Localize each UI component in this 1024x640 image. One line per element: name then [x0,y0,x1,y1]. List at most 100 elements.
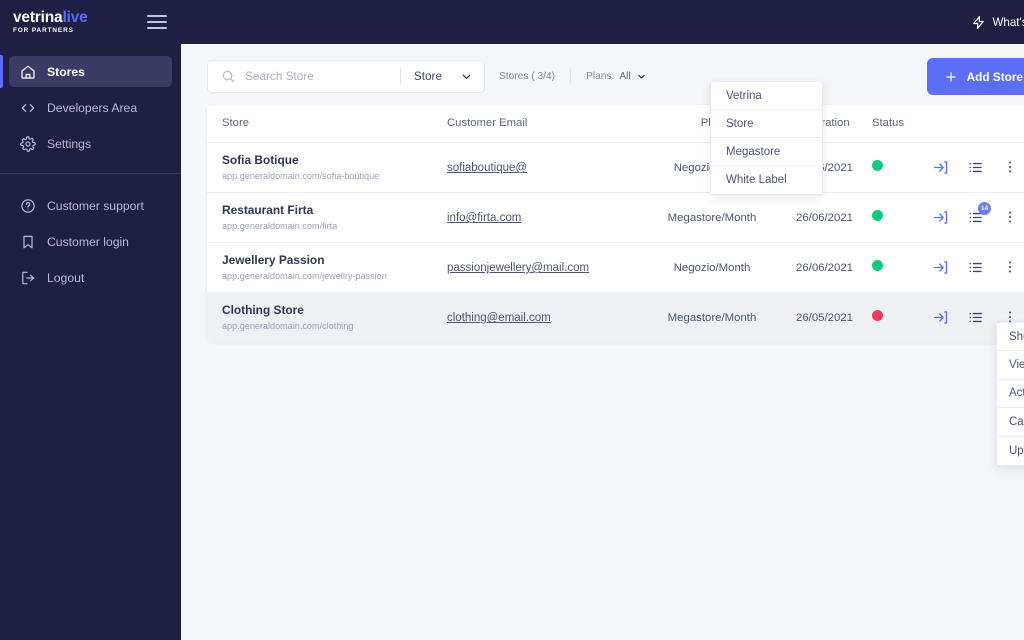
plans-filter[interactable]: Plans: All [586,71,647,82]
row-actions-menu: Shop LoginView OrdersActivate nowCancel … [996,322,1024,466]
table-row[interactable]: Sofia Botique app.generaldomain.com/sofia… [207,142,1024,192]
cell-plan: Megastore/Month [647,192,777,242]
customer-email-link[interactable]: clothing@email.com [447,312,551,324]
kebab-menu-icon[interactable] [1002,259,1018,275]
table-row[interactable]: Clothing Store app.generaldomain.com/clot… [207,292,1024,342]
sidebar-divider [0,173,181,174]
cell-expiration: 26/06/2021 [777,192,872,242]
column-header-store: Store [207,105,447,143]
row-actions [932,159,1024,176]
store-type-dropdown: Vetrina Store Megastore White Label [710,81,823,195]
status-badge [872,260,883,271]
brand-word-1: vetrina [13,9,63,27]
plus-icon [945,71,956,82]
cell-actions: 14 [932,192,1024,242]
code-icon [21,103,35,112]
table-header-row: Store Customer Email Plan Expiration Sta… [207,105,1024,143]
store-type-select[interactable]: Store [401,69,484,83]
hamburger-bar [147,21,167,23]
gear-icon [20,135,36,152]
main-area: What's new 2 Store [181,0,1024,640]
sidebar-item-label: Customer support [47,198,144,213]
home-icon [21,65,35,79]
cell-email: sofiaboutique@ [447,142,647,192]
cell-expiration: 26/06/2021 [777,242,872,292]
plan-label: Megastore/Month [667,212,757,224]
shop-login-icon[interactable] [932,159,949,176]
whats-new-label: What's new [992,15,1024,29]
brand-title: vetrinalive [13,10,88,26]
app-root: vetrinalive FOR PARTNERS Stores Develope… [0,0,1024,640]
cell-email: info@firta.com [447,192,647,242]
shop-login-icon[interactable] [932,209,949,226]
status-badge [872,310,883,322]
lightning-icon [973,15,985,29]
stores-count: Stores ( 3/4) [499,70,556,82]
search-input[interactable] [245,69,400,83]
row-action-option[interactable]: Upgrade Plan [997,437,1024,465]
sidebar-item-stores[interactable]: Stores [0,55,172,88]
orders-count-badge: 14 [978,201,991,215]
shop-login-icon[interactable] [932,259,949,276]
row-action-option[interactable]: Shop Login [997,323,1024,352]
expiration-label: 26/06/2021 [795,212,853,224]
cell-status [872,192,932,242]
plans-filter-value: All [619,70,631,82]
hamburger-icon[interactable] [147,11,167,33]
store-type-option[interactable]: White Label [711,166,822,194]
sidebar-item-logout[interactable]: Logout [9,262,172,293]
stores-table: Store Customer Email Plan Expiration Sta… [207,105,1024,342]
column-header-actions [932,105,1024,143]
add-store-label: Add Store [966,69,1023,84]
store-type-option[interactable]: Store [711,110,822,138]
search-box: Store [207,59,485,93]
whats-new-button[interactable]: What's new 2 [971,15,1024,30]
view-orders-icon[interactable]: 14 [967,201,991,226]
sidebar-item-settings[interactable]: Settings [9,128,172,159]
shop-login-icon[interactable] [932,309,949,326]
store-url: app.generaldomain.com/clothing [222,321,354,332]
customer-email-link[interactable]: passionjewellery@mail.com [447,262,589,274]
page-content: Store Stores ( 3/4) Plans: All [181,44,1024,342]
sidebar-header: vetrinalive FOR PARTNERS [0,0,181,44]
row-action-option[interactable]: Activate now [997,380,1024,409]
customer-email-link[interactable]: info@firta.com [447,212,521,224]
store-name: Clothing Store [222,303,304,318]
brand-logo: vetrinalive FOR PARTNERS [13,10,88,34]
kebab-menu-icon[interactable] [1002,159,1018,175]
view-orders-icon[interactable] [967,309,984,326]
store-url: app.generaldomain.com/sofia-boutique [222,170,380,181]
topbar: What's new 2 [181,0,1024,44]
chevron-down-icon [462,74,471,79]
store-type-option[interactable]: Vetrina [711,82,822,110]
store-type-select-value: Store [413,69,443,83]
table-row[interactable]: Restaurant Firta app.generaldomain.com/fi… [207,192,1024,242]
row-actions [932,259,1024,276]
sidebar-item-developers-area[interactable]: Developers Area [9,92,172,123]
store-name: Jewellery Passion [222,253,325,268]
customer-email-link[interactable]: sofiaboutique@ [447,162,527,174]
row-action-option[interactable]: View Orders [997,351,1024,380]
status-badge [872,210,883,221]
store-url: app.generaldomain.com/firta [222,220,338,231]
toolbar: Store Stores ( 3/4) Plans: All [207,58,1024,95]
add-store-button[interactable]: Add Store [926,58,1024,95]
cell-actions [932,142,1024,192]
cell-expiration: 26/05/2021 [777,292,872,342]
cell-status [872,242,932,292]
table-row[interactable]: Jewellery Passion app.generaldomain.com/j… [207,242,1024,292]
row-actions: 14 [932,201,1024,226]
expiration-label: 26/05/2021 [795,312,853,325]
store-type-option[interactable]: Megastore [711,138,822,166]
row-action-option[interactable]: Cancel Subscription [997,408,1024,437]
cell-store: Clothing Store app.generaldomain.com/clot… [207,292,447,342]
sidebar-item-customer-support[interactable]: Customer support [9,190,172,221]
column-header-email: Customer Email [447,105,647,143]
brand-word-2: live [62,9,88,27]
sidebar-item-customer-login[interactable]: Customer login [9,226,172,257]
view-orders-icon[interactable] [967,259,984,276]
kebab-menu-icon[interactable] [1002,209,1018,225]
cell-email: clothing@email.com [447,292,647,342]
view-orders-icon[interactable] [967,159,984,176]
cell-status [872,142,932,192]
